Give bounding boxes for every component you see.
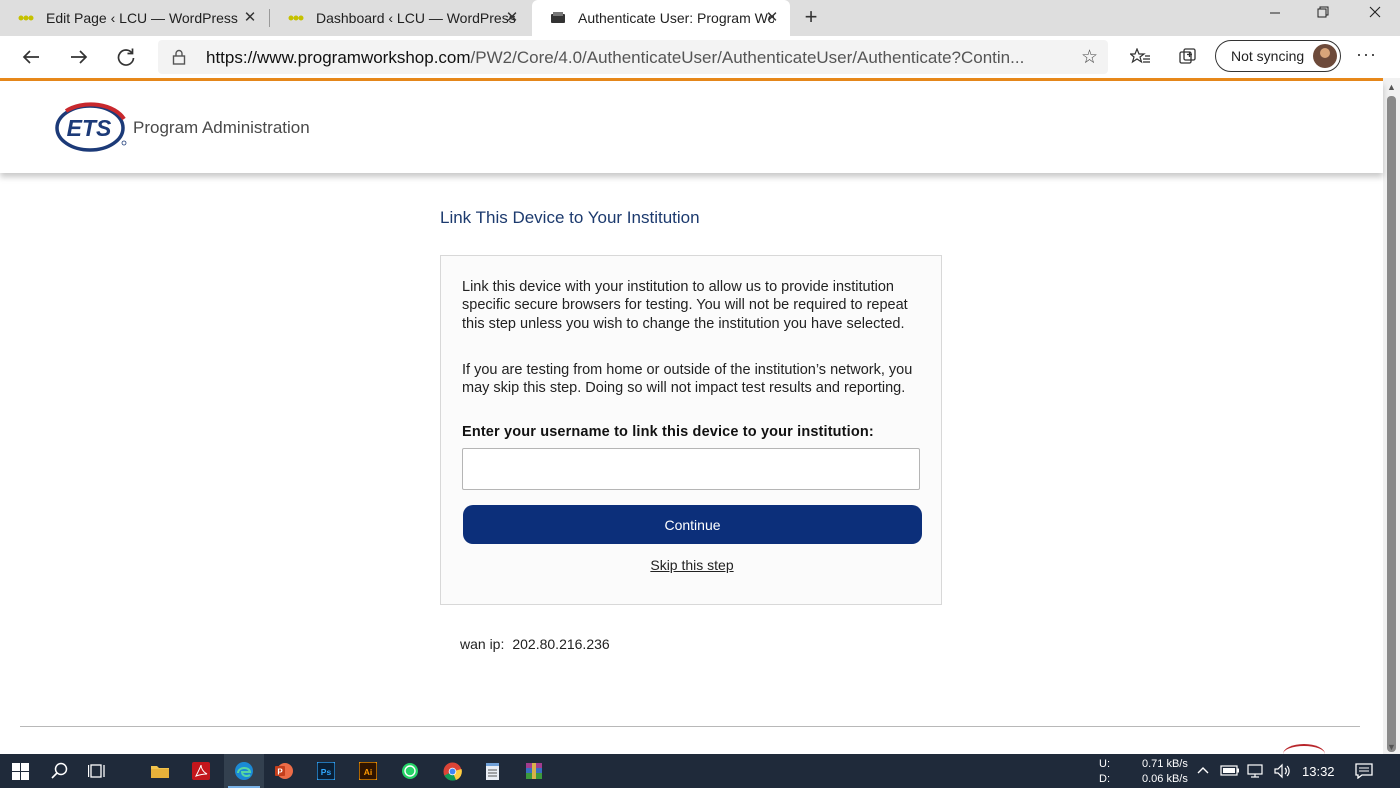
notifications-icon[interactable] <box>1355 763 1373 782</box>
tab-dashboard[interactable]: Dashboard ‹ LCU — WordPress ✕ <box>270 0 530 36</box>
close-window-icon[interactable] <box>1352 4 1398 28</box>
site-header: ETS Program Administration <box>0 81 1383 173</box>
ets-logo: ETS <box>55 102 127 152</box>
net-download-label: D: <box>1099 773 1110 785</box>
close-tab-icon[interactable]: ✕ <box>240 8 260 28</box>
winrar-icon[interactable] <box>514 754 554 788</box>
forward-arrow-icon[interactable] <box>64 42 94 72</box>
show-hidden-icons-chevron-icon[interactable] <box>1196 763 1210 780</box>
net-download-speed: 0.06 kB/s <box>1142 773 1188 785</box>
battery-icon[interactable] <box>1220 763 1240 780</box>
svg-text:Ps: Ps <box>321 767 332 777</box>
brand-name: Program Administration <box>133 118 310 137</box>
close-tab-icon[interactable]: ✕ <box>762 8 782 28</box>
address-bar[interactable]: https://www.programworkshop.com/PW2/Core… <box>158 40 1108 74</box>
svg-text:Ai: Ai <box>364 767 373 777</box>
more-options-icon[interactable]: ··· <box>1356 44 1377 65</box>
network-icon[interactable] <box>1246 763 1266 782</box>
restore-window-icon[interactable] <box>1300 4 1346 28</box>
skip-info-paragraph: If you are testing from home or outside … <box>462 362 913 397</box>
new-tab-button[interactable]: + <box>798 5 824 31</box>
whatsapp-icon[interactable] <box>390 754 430 788</box>
scroll-up-icon[interactable]: ▲ <box>1387 82 1396 92</box>
wan-ip-label: wan ip: <box>460 636 505 652</box>
net-upload-speed: 0.71 kB/s <box>1142 758 1188 770</box>
username-input[interactable] <box>462 448 920 490</box>
refresh-icon[interactable] <box>111 42 141 72</box>
wan-ip-value: 202.80.216.236 <box>512 636 610 652</box>
continue-button[interactable]: Continue <box>463 505 922 544</box>
acrobat-icon[interactable] <box>181 754 221 788</box>
page-title: Link This Device to Your Institution <box>440 208 700 227</box>
taskbar-clock[interactable]: 13:32 <box>1302 764 1335 779</box>
notepad-icon[interactable] <box>473 754 513 788</box>
windows-start-icon[interactable] <box>0 754 40 788</box>
wordpress-favicon-icon <box>18 10 34 26</box>
browser-tab-strip: Edit Page ‹ LCU — WordPress ✕ Dashboard … <box>0 0 1400 36</box>
wan-ip-row: wan ip: 202.80.216.236 <box>460 636 610 652</box>
scrollbar-thumb[interactable] <box>1387 96 1396 752</box>
skip-this-step-link[interactable]: Skip this step <box>441 557 943 573</box>
sync-status-label: Not syncing <box>1231 48 1305 64</box>
page-favicon-icon <box>550 10 566 26</box>
footer-divider <box>20 726 1360 727</box>
powerpoint-icon[interactable]: P <box>264 754 304 788</box>
photoshop-icon[interactable]: Ps <box>306 754 346 788</box>
tab-title: Dashboard ‹ LCU — WordPress <box>316 10 516 26</box>
net-upload-label: U: <box>1099 758 1110 770</box>
tab-title: Authenticate User: Program Wor <box>578 10 774 26</box>
url-host: https://www.programworkshop.com <box>206 48 471 67</box>
tab-title: Edit Page ‹ LCU — WordPress <box>46 10 238 26</box>
svg-text:P: P <box>277 768 283 777</box>
search-icon[interactable] <box>40 754 80 788</box>
avatar <box>1313 44 1337 68</box>
tab-authenticate-user[interactable]: Authenticate User: Program Wor ✕ <box>532 0 790 36</box>
close-tab-icon[interactable]: ✕ <box>502 8 522 28</box>
ets-logo-text: ETS <box>67 115 112 141</box>
back-arrow-icon[interactable] <box>16 42 46 72</box>
collections-icon[interactable] <box>1177 46 1199 68</box>
wordpress-favicon-icon <box>288 10 304 26</box>
task-view-icon[interactable] <box>78 754 118 788</box>
browser-toolbar: https://www.programworkshop.com/PW2/Core… <box>0 36 1400 78</box>
favorite-star-icon[interactable]: ☆ <box>1081 46 1098 69</box>
tab-edit-page[interactable]: Edit Page ‹ LCU — WordPress ✕ <box>0 0 268 36</box>
scroll-down-icon[interactable]: ▼ <box>1387 742 1396 752</box>
edge-browser-icon[interactable] <box>224 754 264 788</box>
chrome-icon[interactable] <box>432 754 472 788</box>
lock-icon[interactable] <box>172 49 186 70</box>
intro-paragraph: Link this device with your institution t… <box>462 279 908 332</box>
url-text[interactable]: https://www.programworkshop.com/PW2/Core… <box>206 48 1066 68</box>
minimize-window-icon[interactable] <box>1252 4 1298 28</box>
url-path: /PW2/Core/4.0/AuthenticateUser/Authentic… <box>470 48 1025 67</box>
volume-icon[interactable] <box>1273 763 1293 782</box>
favorites-list-icon[interactable] <box>1129 46 1151 68</box>
username-label: Enter your username to link this device … <box>462 424 874 440</box>
illustrator-icon[interactable]: Ai <box>348 754 388 788</box>
windows-taskbar: P Ps Ai U: D: 0.71 kB/s 0.06 kB/s 13:32 <box>0 754 1400 788</box>
profile-sync-button[interactable]: Not syncing <box>1215 40 1341 72</box>
link-device-card: Link this device with your institution t… <box>440 255 942 605</box>
page-scrollbar[interactable]: ▲ ▼ <box>1383 78 1400 754</box>
file-explorer-icon[interactable] <box>140 754 180 788</box>
